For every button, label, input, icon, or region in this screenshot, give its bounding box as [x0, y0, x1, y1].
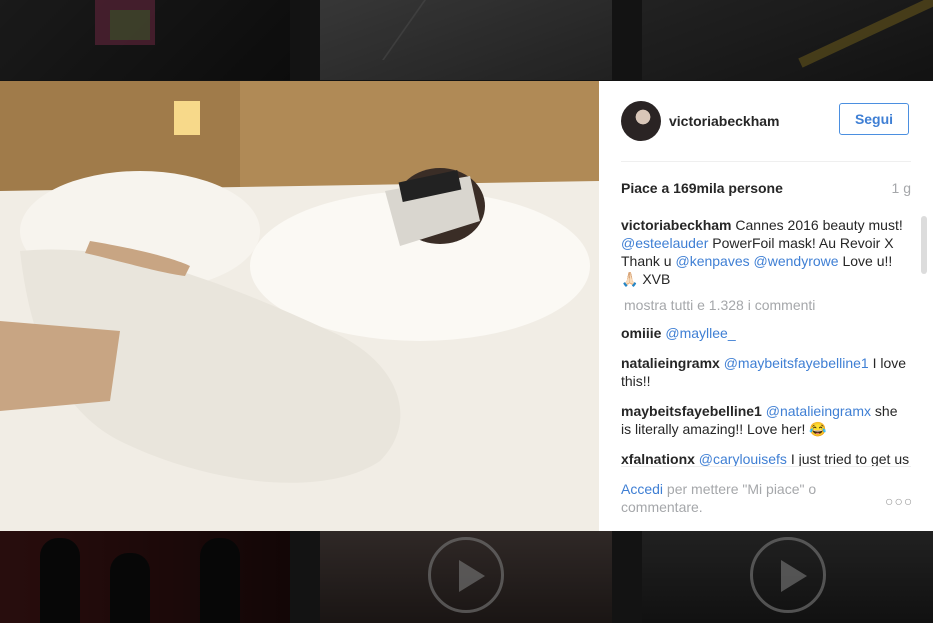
likes-count[interactable]: Piace a 169mila persone — [621, 180, 783, 196]
mention-link[interactable]: @natalieingramx — [766, 403, 871, 419]
scrollbar-thumb[interactable] — [921, 216, 927, 274]
more-options-icon[interactable]: ○○○ — [885, 493, 913, 509]
follow-button[interactable]: Segui — [839, 103, 909, 135]
post-photo — [0, 81, 599, 531]
mention-link[interactable]: @maybeitsfayebelline1 — [724, 355, 869, 371]
comment-username[interactable]: omiiie — [621, 325, 661, 341]
comment: xfalnationx @carylouisefs I just tried t… — [621, 450, 911, 466]
comment-username[interactable]: xfalnationx — [621, 451, 695, 466]
avatar[interactable] — [621, 101, 661, 141]
caption: victoriabeckham Cannes 2016 beauty must!… — [621, 216, 911, 288]
caption-text: Cannes 2016 beauty must! — [731, 217, 903, 233]
view-all-comments-link[interactable]: mostra tutti e 1.328 i commenti — [624, 296, 911, 314]
comment-username[interactable]: natalieingramx — [621, 355, 720, 371]
photo-illustration — [0, 81, 599, 531]
post-sidebar: victoriabeckham Segui Piace a 169mila pe… — [599, 81, 933, 531]
comments-list[interactable]: victoriabeckham Cannes 2016 beauty must!… — [621, 216, 911, 466]
comment: maybeitsfayebelline1 @natalieingramx she… — [621, 402, 911, 438]
comment: omiiie @mayllee_ — [621, 324, 911, 342]
mention-link[interactable]: @esteelauder — [621, 235, 708, 251]
mention-link[interactable]: @carylouisefs — [699, 451, 787, 466]
divider — [621, 466, 911, 467]
mention-link[interactable]: @wendyrowe — [754, 253, 839, 269]
caption-username[interactable]: victoriabeckham — [621, 217, 732, 233]
mention-link[interactable]: @kenpaves — [675, 253, 749, 269]
login-prompt: Accedi per mettere "Mi piace" o commenta… — [621, 480, 861, 516]
comment: natalieingramx @maybeitsfayebelline1 I l… — [621, 354, 911, 390]
username[interactable]: victoriabeckham — [669, 113, 780, 129]
post-time[interactable]: 1 g — [892, 180, 911, 196]
post-header: victoriabeckham Segui — [599, 81, 933, 161]
mention-link[interactable]: @mayllee_ — [665, 325, 735, 341]
comments-scrollbar[interactable] — [921, 216, 927, 466]
comment-username[interactable]: maybeitsfayebelline1 — [621, 403, 762, 419]
divider — [621, 161, 911, 162]
post-modal: victoriabeckham Segui Piace a 169mila pe… — [0, 81, 933, 531]
likes-row: Piace a 169mila persone 1 g — [621, 180, 911, 200]
login-link[interactable]: Accedi — [621, 481, 663, 497]
